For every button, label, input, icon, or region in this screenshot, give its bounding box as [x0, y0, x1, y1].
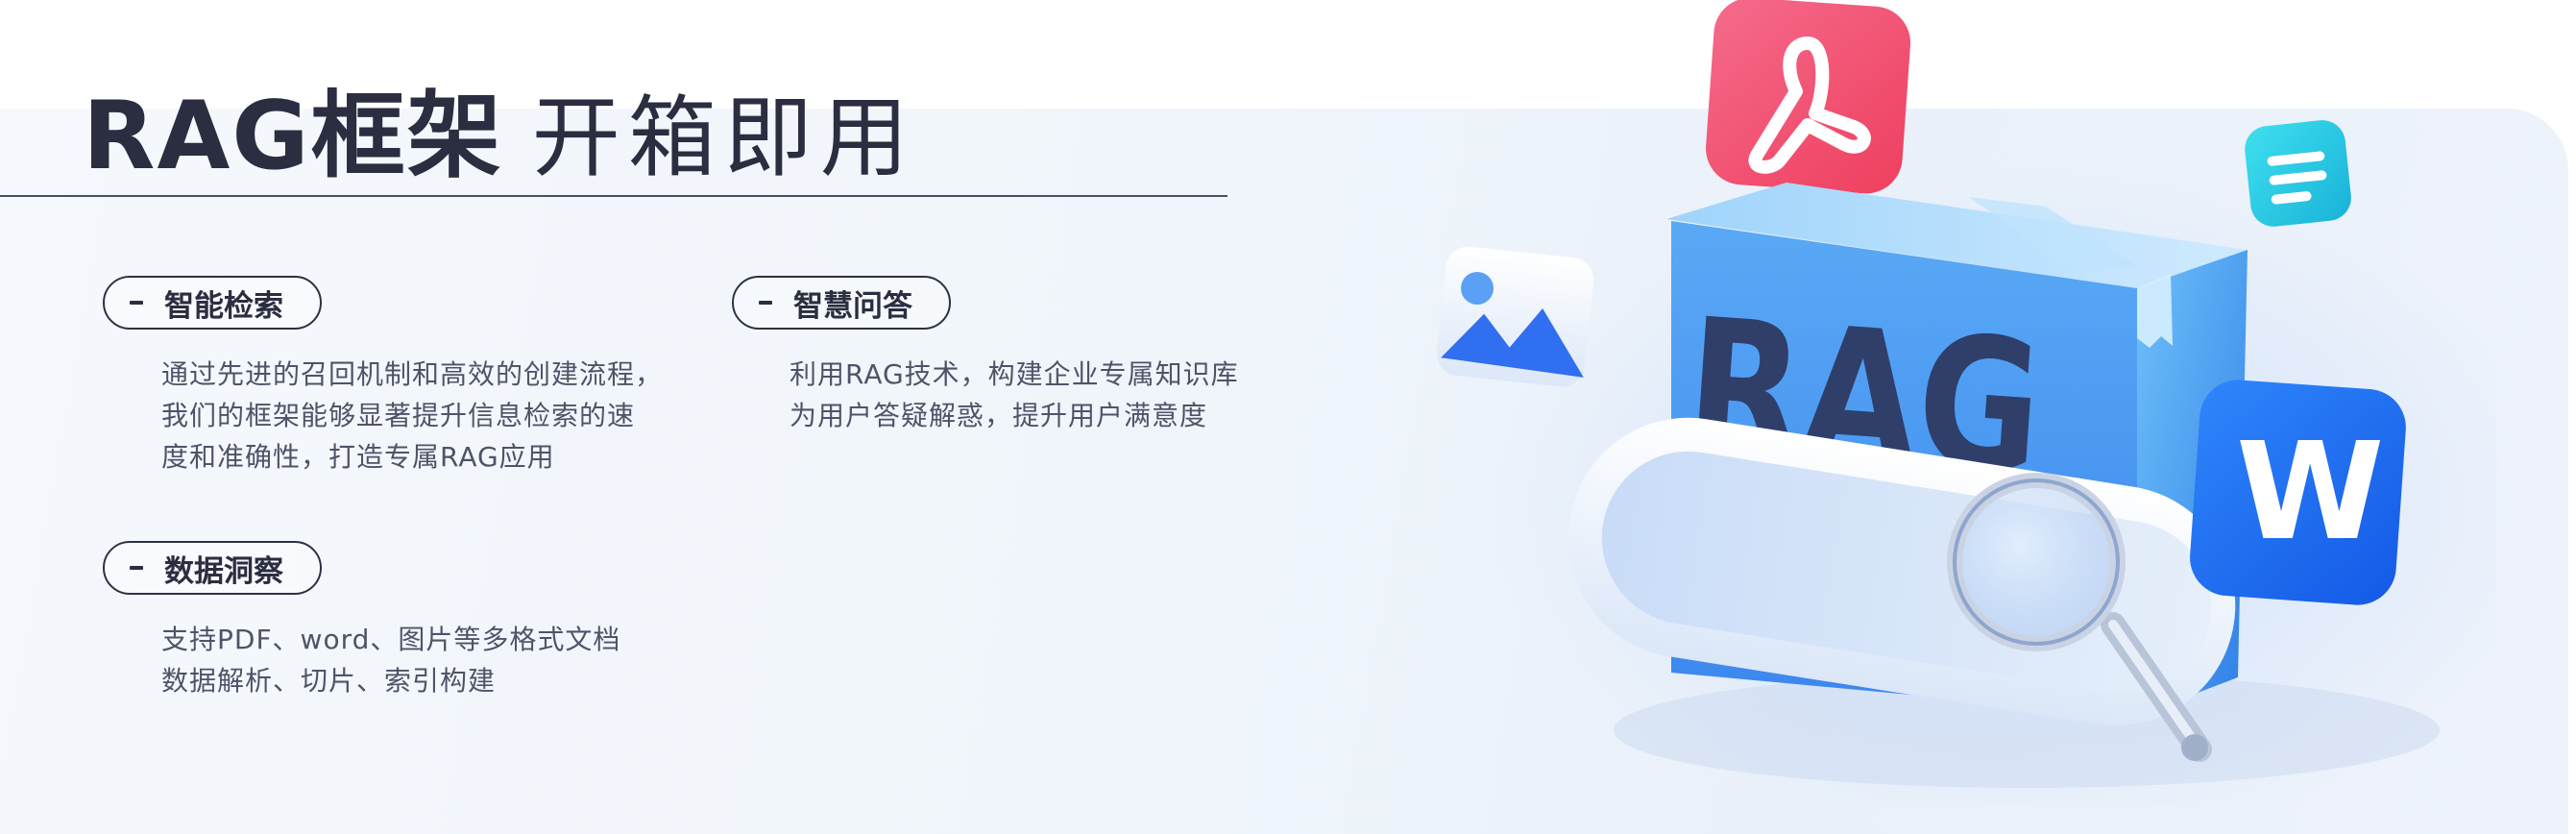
feature-desc-insight: 支持PDF、word、图片等多格式文档 数据解析、切片、索引构建: [161, 619, 620, 701]
dash-icon: [759, 301, 772, 305]
pdf-icon: [1706, 0, 1911, 194]
rag-illustration: RAG W: [1436, 0, 2440, 788]
feature-tag-label: 数据洞察: [164, 553, 283, 589]
desc-line: 通过先进的召回机制和高效的创建流程，: [161, 358, 664, 390]
feature-tag-insight: 数据洞察: [103, 541, 322, 595]
document-icon: [2245, 120, 2351, 227]
desc-line: 度和准确性，打造专属RAG应用: [161, 441, 555, 473]
title-sub: 开箱即用: [531, 86, 916, 189]
feature-tag-qa: 智慧问答: [732, 276, 951, 330]
word-icon: W: [2190, 380, 2406, 605]
image-icon: [1436, 246, 1594, 387]
feature-desc-retrieval: 通过先进的召回机制和高效的创建流程， 我们的框架能够显著提升信息检索的速 度和准…: [161, 354, 663, 478]
dash-icon: [130, 301, 143, 305]
desc-line: 我们的框架能够显著提升信息检索的速: [161, 400, 636, 431]
feature-desc-qa: 利用RAG技术，构建企业专属知识库 为用户答疑解惑，提升用户满意度: [790, 354, 1239, 436]
desc-line: 利用RAG技术，构建企业专属知识库: [790, 358, 1239, 390]
title-divider: [0, 195, 1227, 197]
page-title: RAG框架 开箱即用: [83, 60, 916, 191]
word-badge-letter: W: [2236, 414, 2384, 571]
desc-line: 为用户答疑解惑，提升用户满意度: [790, 400, 1208, 431]
feature-tag-label: 智能检索: [164, 288, 283, 324]
title-main: RAG框架: [83, 82, 503, 191]
dash-icon: [130, 566, 143, 570]
feature-tag-label: 智慧问答: [793, 288, 912, 324]
desc-line: 支持PDF、word、图片等多格式文档: [161, 624, 621, 655]
feature-tag-retrieval: 智能检索: [103, 276, 322, 330]
desc-line: 数据解析、切片、索引构建: [161, 665, 497, 697]
rag-banner: RAG框架 开箱即用 智能检索 通过先进的召回机制和高效的创建流程， 我们的框架…: [0, 0, 2576, 834]
